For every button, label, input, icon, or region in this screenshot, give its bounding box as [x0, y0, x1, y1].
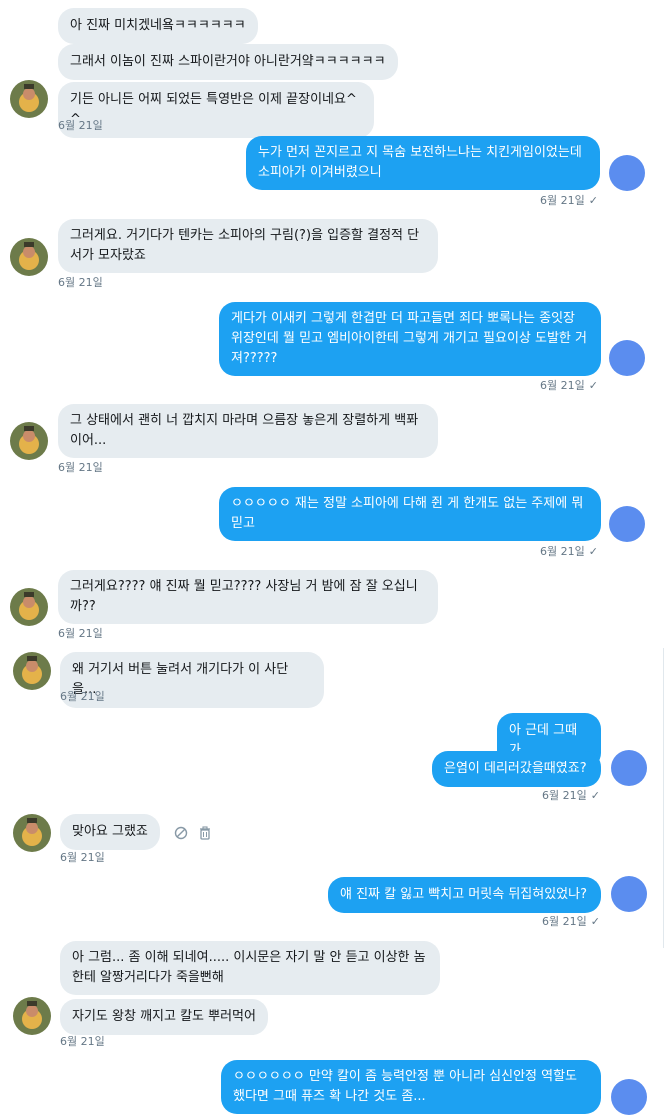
message-bubble-incoming[interactable]: 그 상태에서 괜히 너 깝치지 마라며 으름장 놓은게 장렬하게 백퐈 이어..…	[58, 404, 438, 458]
message-timestamp: 6월 21일	[60, 690, 105, 703]
message-timestamp: 6월 21일 ✓	[540, 545, 598, 558]
avatar-image	[10, 238, 48, 276]
message-timestamp: 6월 21일	[58, 461, 103, 474]
contact-avatar[interactable]	[13, 652, 51, 690]
message-timestamp: 6월 21일 ✓	[542, 789, 600, 802]
message-bubble-incoming[interactable]: 그래서 이놈이 진짜 스파이란거야 아니란거얔ㅋㅋㅋㅋㅋㅋ	[58, 44, 398, 80]
contact-avatar[interactable]	[10, 588, 48, 626]
message-bubble-incoming[interactable]: 그러게요???? 얘 진짜 뭘 믿고???? 사장님 거 밤에 잠 잘 오십니까…	[58, 570, 438, 624]
message-bubble-outgoing[interactable]: 은염이 데리러갔을때였죠?	[432, 751, 601, 787]
message-bubble-outgoing[interactable]: 누가 먼저 꼰지르고 지 목숨 보전하느냐는 치킨게임이었는데 소피아가 이겨버…	[246, 136, 600, 190]
message-timestamp: 6월 21일	[60, 851, 105, 864]
message-timestamp: 6월 21일 ✓	[542, 915, 600, 928]
message-timestamp: 6월 21일 ✓	[540, 379, 598, 392]
message-bubble-outgoing[interactable]: 게다가 이새키 그렇게 한겹만 더 파고들면 죄다 뽀록나는 종잇장 위장인데 …	[219, 302, 601, 376]
user-avatar[interactable]	[611, 1079, 647, 1115]
message-bubble-outgoing[interactable]: ㅇㅇㅇㅇㅇㅇ 만약 칼이 좀 능력안정 뿐 아니라 심신안정 역할도 했다면 그…	[221, 1060, 601, 1114]
message-bubble-incoming[interactable]: 아 그럼... 좀 이해 되네여..... 이시문은 자기 말 안 듣고 이상한…	[60, 941, 440, 995]
contact-avatar[interactable]	[13, 814, 51, 852]
contact-avatar[interactable]	[10, 80, 48, 118]
message-bubble-incoming[interactable]: 그러게요. 거기다가 텐카는 소피아의 구림(?)을 입증할 결정적 단서가 모…	[58, 219, 438, 273]
user-avatar[interactable]	[609, 155, 645, 191]
conversation-pane: 아 진짜 미치겠네욬ㅋㅋㅋㅋㅋㅋ 그래서 이놈이 진짜 스파이란거야 아니란거얔…	[0, 0, 664, 1115]
user-avatar[interactable]	[609, 340, 645, 376]
avatar-image	[10, 80, 48, 118]
contact-avatar[interactable]	[13, 997, 51, 1035]
avatar-image	[13, 814, 51, 852]
message-timestamp: 6월 21일	[58, 119, 103, 132]
read-receipt-icon: ✓	[590, 789, 600, 802]
message-timestamp: 6월 21일	[60, 1035, 105, 1048]
message-timestamp: 6월 21일 ✓	[540, 194, 598, 207]
contact-avatar[interactable]	[10, 238, 48, 276]
user-avatar[interactable]	[611, 750, 647, 786]
trash-icon[interactable]	[197, 825, 213, 841]
message-timestamp: 6월 21일	[58, 627, 103, 640]
message-bubble-incoming[interactable]: 맞아요 그랬죠	[60, 814, 160, 850]
user-avatar[interactable]	[609, 506, 645, 542]
avatar-image	[10, 588, 48, 626]
read-receipt-icon: ✓	[590, 915, 600, 928]
read-receipt-icon: ✓	[588, 379, 598, 392]
message-bubble-incoming[interactable]: 기든 아니든 어찌 되었든 특영반은 이제 끝장이네요^^	[58, 82, 374, 138]
read-receipt-icon: ✓	[588, 545, 598, 558]
message-bubble-outgoing[interactable]: 얘 진짜 칼 잃고 빡치고 머릿속 뒤집혀있었나?	[328, 877, 601, 913]
message-bubble-incoming[interactable]: 자기도 왕창 깨지고 칼도 뿌러먹어	[60, 999, 268, 1035]
user-avatar[interactable]	[611, 876, 647, 912]
message-bubble-incoming[interactable]: 아 진짜 미치겠네욬ㅋㅋㅋㅋㅋㅋ	[58, 8, 258, 44]
avatar-image	[13, 652, 51, 690]
contact-avatar[interactable]	[10, 422, 48, 460]
read-receipt-icon: ✓	[588, 194, 598, 207]
avatar-image	[13, 997, 51, 1035]
block-icon[interactable]	[173, 825, 189, 841]
avatar-image	[10, 422, 48, 460]
message-timestamp: 6월 21일	[58, 276, 103, 289]
message-bubble-outgoing[interactable]: ㅇㅇㅇㅇㅇ 재는 정말 소피아에 다해 쥔 게 한개도 없는 주제에 뭐 믿고	[219, 487, 601, 541]
